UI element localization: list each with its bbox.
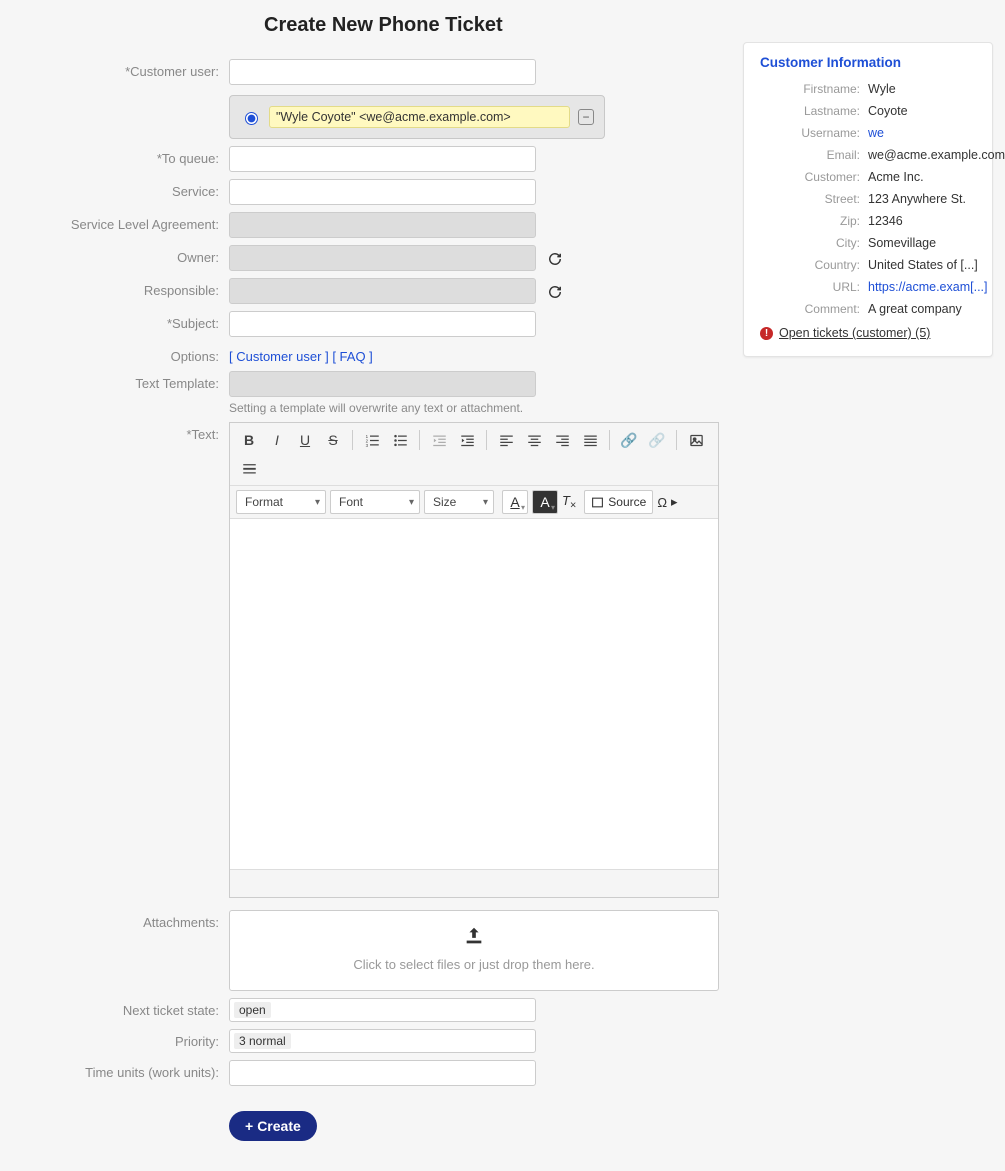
ci-customer-value: Acme Inc. <box>868 170 1005 184</box>
ordered-list-icon[interactable]: 123 <box>359 427 385 453</box>
bold-icon[interactable]: B <box>236 427 262 453</box>
label-next-state: Next ticket state: <box>14 998 229 1018</box>
ci-comment-value: A great company <box>868 302 1005 316</box>
size-combo[interactable]: Size <box>424 490 494 514</box>
source-button[interactable]: Source <box>584 490 653 514</box>
label-time-units: Time units (work units): <box>14 1060 229 1080</box>
remove-customer-button[interactable]: − <box>578 109 594 125</box>
ci-customer-label: Customer: <box>760 170 860 184</box>
text-color-icon[interactable]: A <box>502 490 528 514</box>
ci-city-label: City: <box>760 236 860 250</box>
label-customer-user: *Customer user: <box>14 59 229 79</box>
ci-username-label: Username: <box>760 126 860 140</box>
ci-username-value[interactable]: we <box>868 126 1005 140</box>
option-faq-link[interactable]: [ FAQ ] <box>332 349 372 364</box>
page-title: Create New Phone Ticket <box>264 14 719 37</box>
unordered-list-icon[interactable] <box>387 427 413 453</box>
label-text-template: Text Template: <box>14 371 229 391</box>
plus-icon: + <box>245 1118 253 1134</box>
label-text: *Text: <box>14 422 229 442</box>
ci-street-label: Street: <box>760 192 860 206</box>
label-service: Service: <box>14 179 229 199</box>
to-queue-select[interactable] <box>229 146 536 172</box>
sla-select <box>229 212 536 238</box>
unlink-icon[interactable]: 🔗 <box>644 427 670 453</box>
underline-icon[interactable]: U <box>292 427 318 453</box>
time-units-input[interactable] <box>229 1060 536 1086</box>
ci-zip-value: 12346 <box>868 214 1005 228</box>
open-tickets-link[interactable]: Open tickets (customer) (5) <box>779 326 930 340</box>
strike-icon[interactable]: S <box>320 427 346 453</box>
label-to-queue: *To queue: <box>14 146 229 166</box>
ci-street-value: 123 Anywhere St. <box>868 192 1005 206</box>
next-state-select[interactable]: open <box>229 998 536 1022</box>
create-button[interactable]: + Create <box>229 1111 317 1141</box>
editor-toolbar-1: B I U S 123 <box>230 423 718 486</box>
service-select[interactable] <box>229 179 536 205</box>
link-icon[interactable]: 🔗 <box>616 427 642 453</box>
customer-user-input[interactable] <box>229 59 536 85</box>
align-left-icon[interactable] <box>493 427 519 453</box>
label-sla: Service Level Agreement: <box>14 212 229 232</box>
ci-firstname-value: Wyle <box>868 82 1005 96</box>
ci-email-value: we@acme.example.com <box>868 148 1005 162</box>
label-priority: Priority: <box>14 1029 229 1049</box>
owner-select <box>229 245 536 271</box>
label-owner: Owner: <box>14 245 229 265</box>
selected-customer-box: "Wyle Coyote" <we@acme.example.com> − <box>229 95 605 139</box>
align-right-icon[interactable] <box>549 427 575 453</box>
attachment-dropzone[interactable]: Click to select files or just drop them … <box>229 910 719 991</box>
responsible-select <box>229 278 536 304</box>
attachment-hint: Click to select files or just drop them … <box>240 957 708 972</box>
hr-icon[interactable] <box>236 455 262 481</box>
rich-text-editor: B I U S 123 <box>229 422 719 898</box>
align-center-icon[interactable] <box>521 427 547 453</box>
outdent-icon[interactable] <box>426 427 452 453</box>
toolbar-more-icon[interactable]: ▸ <box>671 494 678 510</box>
label-subject: *Subject: <box>14 311 229 331</box>
ci-comment-label: Comment: <box>760 302 860 316</box>
customer-info-title: Customer Information <box>760 55 976 70</box>
font-combo[interactable]: Font <box>330 490 420 514</box>
ci-url-label: URL: <box>760 280 860 294</box>
indent-icon[interactable] <box>454 427 480 453</box>
italic-icon[interactable]: I <box>264 427 290 453</box>
priority-value: 3 normal <box>234 1033 291 1049</box>
ci-lastname-value: Coyote <box>868 104 1005 118</box>
svg-text:3: 3 <box>365 442 368 447</box>
ci-email-label: Email: <box>760 148 860 162</box>
alert-icon: ! <box>760 327 773 340</box>
ci-lastname-label: Lastname: <box>760 104 860 118</box>
ci-country-value: United States of [...] <box>868 258 1005 272</box>
next-state-value: open <box>234 1002 271 1018</box>
ci-city-value: Somevillage <box>868 236 1005 250</box>
format-combo[interactable]: Format <box>236 490 326 514</box>
bg-color-icon[interactable]: A <box>532 490 558 514</box>
selected-customer-chip: "Wyle Coyote" <we@acme.example.com> <box>269 106 570 128</box>
subject-input[interactable] <box>229 311 536 337</box>
image-icon[interactable] <box>683 427 709 453</box>
owner-refresh-icon[interactable] <box>546 250 564 268</box>
ci-url-value[interactable]: https://acme.exam[...] <box>868 280 1005 294</box>
editor-footer <box>230 869 718 897</box>
text-template-hint: Setting a template will overwrite any te… <box>229 401 719 415</box>
ci-zip-label: Zip: <box>760 214 860 228</box>
label-attachments: Attachments: <box>14 910 229 930</box>
responsible-refresh-icon[interactable] <box>546 283 564 301</box>
editor-toolbar-2: Format Font Size A A T× Source Ω ▸ <box>230 486 718 519</box>
ci-country-label: Country: <box>760 258 860 272</box>
remove-format-icon[interactable]: T× <box>562 493 576 512</box>
upload-icon <box>240 925 708 951</box>
customer-info-panel: Customer Information Firstname:Wyle Last… <box>743 42 993 357</box>
align-justify-icon[interactable] <box>577 427 603 453</box>
customer-radio[interactable] <box>245 112 258 125</box>
label-responsible: Responsible: <box>14 278 229 298</box>
ci-firstname-label: Firstname: <box>760 82 860 96</box>
label-options: Options: <box>14 344 229 364</box>
option-customer-user-link[interactable]: [ Customer user ] <box>229 349 329 364</box>
omega-icon[interactable]: Ω <box>657 495 667 510</box>
text-template-select <box>229 371 536 397</box>
editor-body[interactable] <box>230 519 718 869</box>
